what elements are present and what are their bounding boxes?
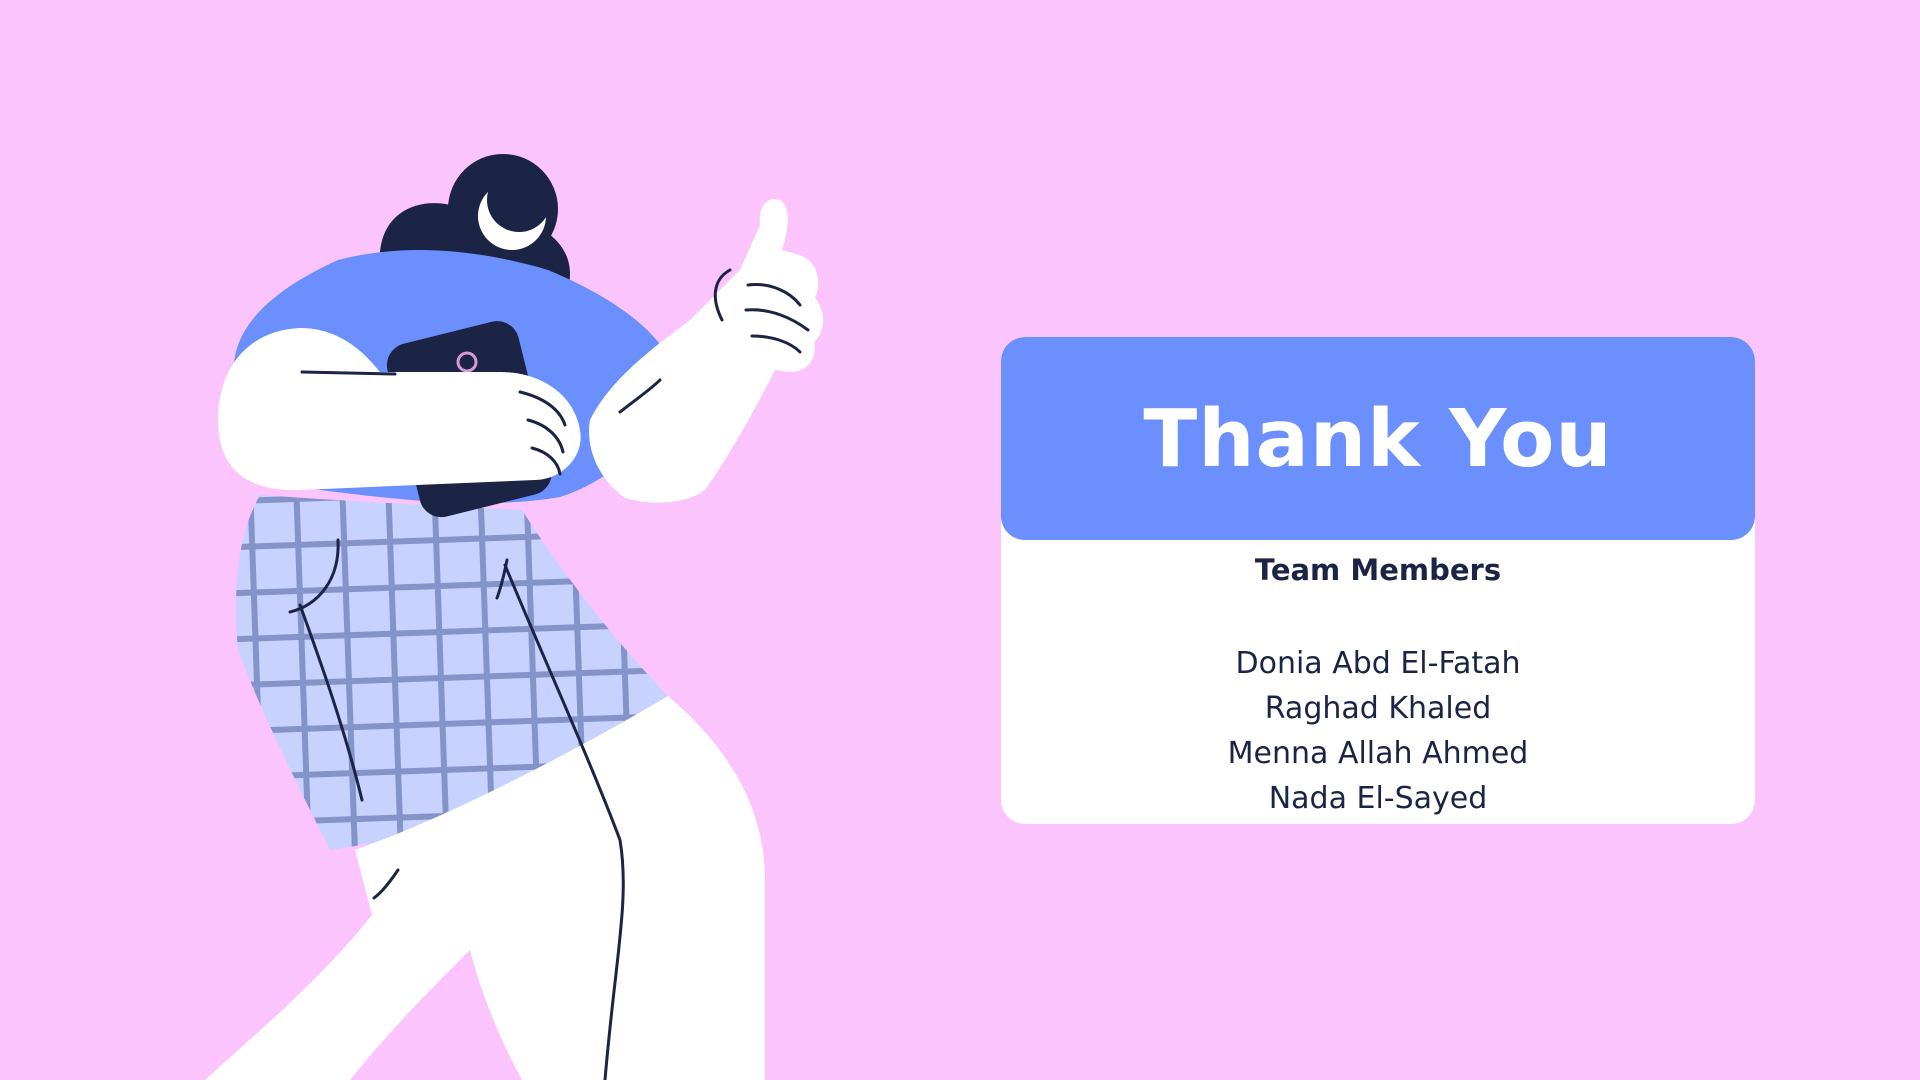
team-member: Donia Abd El-Fatah [1235, 646, 1521, 681]
team-member: Nada El-Sayed [1268, 781, 1488, 816]
team-members-heading: Team Members [1254, 553, 1502, 587]
team-member: Raghad Khaled [1264, 691, 1492, 726]
team-members-list: Donia Abd El-Fatah Raghad Khaled Menna A… [1001, 641, 1755, 821]
thank-you-card: Thank You Team Members Donia Abd El-Fata… [1001, 337, 1755, 824]
thank-you-title: Thank You [1143, 393, 1613, 485]
thank-you-slide: Thank You Team Members Donia Abd El-Fata… [0, 0, 1920, 1080]
team-member: Menna Allah Ahmed [1227, 736, 1529, 771]
card-header: Thank You [1001, 337, 1755, 540]
